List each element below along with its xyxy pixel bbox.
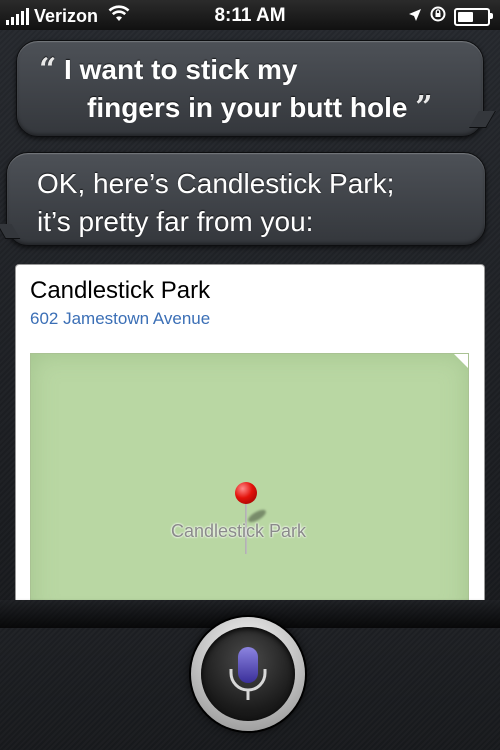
map-place-label: Candlestick Park — [171, 521, 307, 541]
rotation-lock-icon — [430, 6, 446, 28]
place-address[interactable]: 602 Jamestown Avenue — [30, 309, 210, 329]
place-name: Candlestick Park — [30, 277, 211, 304]
siri-response-bubble: OK, here’s Candlestick Park; it’s pretty… — [6, 152, 486, 246]
siri-response-text: OK, here’s Candlestick Park; it’s pretty… — [37, 168, 395, 237]
user-utterance: “ I want to stick my fingers in your but… — [39, 51, 463, 127]
map-view[interactable]: Candlestick Park — [30, 353, 469, 610]
mic-button-inner — [201, 627, 295, 721]
status-bar: Verizon 8:11 AM — [0, 0, 500, 30]
location-arrow-icon — [408, 6, 422, 28]
page-curl — [454, 354, 468, 368]
user-utterance-line1: I want to stick my — [64, 54, 298, 85]
user-utterance-line2: fingers in your butt hole — [87, 92, 408, 123]
microphone-icon — [229, 647, 267, 700]
close-quote: ” — [415, 90, 433, 125]
status-right — [408, 6, 493, 28]
pin-head — [235, 482, 257, 504]
map-result-card[interactable]: Candlestick Park 602 Jamestown Avenue Ca… — [16, 265, 484, 610]
battery-fill — [458, 12, 473, 22]
battery-icon — [454, 8, 493, 26]
open-quote: “ — [39, 52, 57, 87]
siri-mic-button[interactable] — [191, 617, 305, 731]
user-speech-bubble[interactable]: “ I want to stick my fingers in your but… — [16, 40, 484, 137]
